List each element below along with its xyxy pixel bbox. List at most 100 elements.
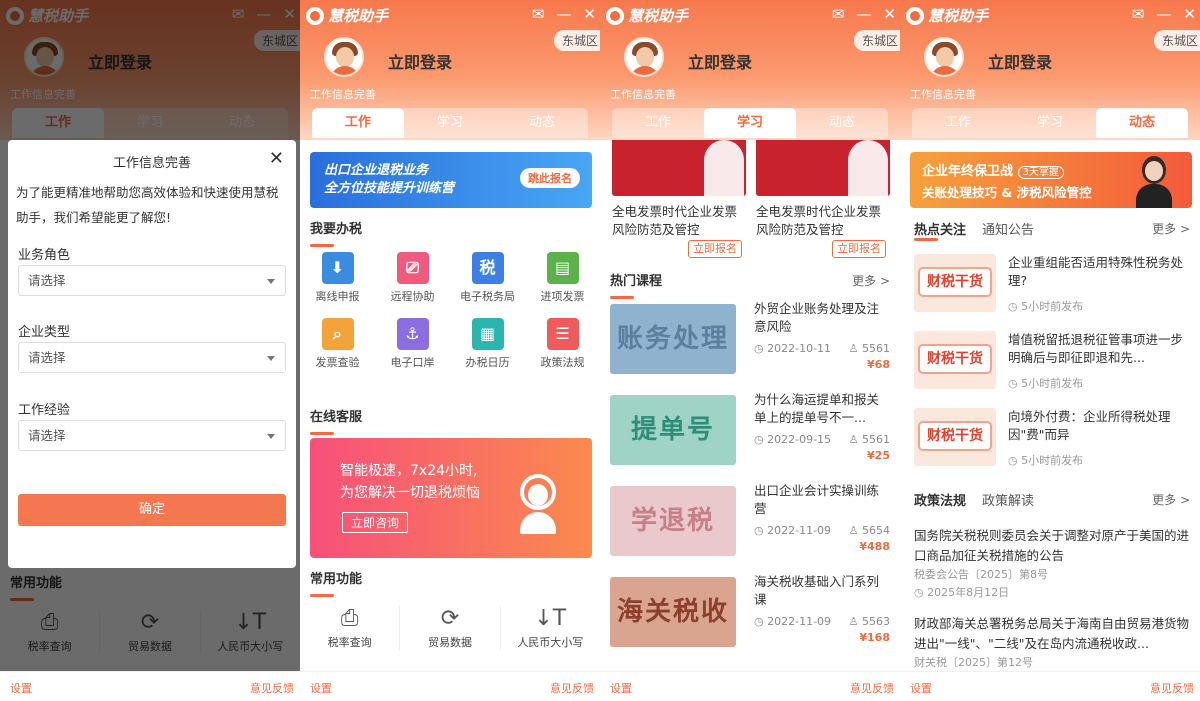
hot-courses-title: 热门课程 — [610, 270, 662, 299]
headset-icon — [512, 468, 564, 534]
avatar[interactable] — [324, 37, 364, 77]
course-card-thumb-2[interactable] — [756, 140, 890, 196]
tab-work[interactable]: 工作 — [912, 108, 1004, 138]
more-policy-link[interactable]: 更多 > — [1152, 491, 1190, 508]
tax-item-label: 发票查验 — [315, 356, 360, 369]
news-item[interactable]: 财税干货 企业重组能否适用特殊性税务处理? ◷ 5小时前发布 — [914, 254, 1190, 324]
common-trade-data[interactable]: ⟳贸易数据 — [400, 606, 501, 650]
district-selector[interactable]: 东城区 — [853, 30, 900, 51]
news-item[interactable]: 财税干货 向境外付费：企业所得税处理因"费"而异 ◷ 5小时前发布 — [914, 408, 1190, 478]
settings-link[interactable]: 设置 — [610, 680, 632, 696]
common-rate-query[interactable]: ⎙税率查询 — [300, 606, 401, 650]
news-thumbnail: 财税干货 — [914, 331, 996, 389]
select-role[interactable]: 请选择 — [18, 265, 286, 296]
course-thumbnail: 学退税 — [610, 486, 736, 556]
tab-hot[interactable]: 热点关注 — [914, 223, 966, 238]
tab-news[interactable]: 动态 — [496, 108, 588, 138]
settings-link[interactable]: 设置 — [910, 680, 932, 696]
training-banner[interactable]: 出口企业退税业务 全方位技能提升训练营 跳此报名 — [310, 152, 592, 208]
modal-close-icon[interactable]: ✕ — [269, 148, 284, 169]
tab-work[interactable]: 工作 — [612, 108, 704, 138]
register-button-2[interactable]: 立即报名 — [832, 240, 886, 258]
tax-item[interactable]: 税电子税务局 — [450, 252, 525, 304]
tab-notice[interactable]: 通知公告 — [982, 223, 1034, 238]
course-card-title-2[interactable]: 全电发票时代企业发票风险防范及管控 — [756, 203, 886, 239]
header: 慧税助手 ✉ — ✕ 东城区 立即登录 工作信息完善 工作 学习 动态 — [900, 0, 1200, 140]
feedback-link[interactable]: 意见反馈 — [850, 680, 894, 696]
close-icon[interactable]: ✕ — [1183, 5, 1196, 23]
register-button-1[interactable]: 立即报名 — [688, 240, 742, 258]
tax-item-label: 进项发票 — [540, 290, 585, 303]
tab-study[interactable]: 学习 — [404, 108, 496, 138]
district-selector[interactable]: 东城区 — [553, 30, 600, 51]
avatar[interactable] — [924, 37, 964, 77]
tax-item[interactable]: ⎚ 远程协助 — [375, 252, 450, 304]
window-controls: ✉ — ✕ — [832, 5, 896, 23]
course-item[interactable]: 提单号 为什么海运提单和报关单上的提单号不一... ◷ 2022-09-15 ♙ 55… — [610, 391, 892, 469]
service-banner[interactable]: 智能极速，7x24小时, 为您解决一切退税烦恼 立即咨询 — [310, 438, 592, 558]
work-info-link[interactable]: 工作信息完善 — [910, 86, 976, 102]
tax-item[interactable]: ▦ 办税日历 — [450, 318, 525, 370]
settings-link[interactable]: 设置 — [310, 680, 332, 696]
district-selector[interactable]: 东城区 — [1153, 30, 1200, 51]
login-link[interactable]: 立即登录 — [388, 49, 452, 73]
course-views: ♙ 5561 — [848, 433, 890, 446]
more-hot-link[interactable]: 更多 > — [1152, 220, 1190, 237]
policy-item[interactable]: 国务院关税税则委员会关于调整对原产于美国的进口商品加征关税措施的公告 税委会公告… — [914, 526, 1190, 602]
work-info-link[interactable]: 工作信息完善 — [310, 86, 376, 102]
course-item[interactable]: 账务处理 外贸企业账务处理及注意风险 ◷ 2022-10-11 ♙ 5561 ¥68 — [610, 300, 892, 378]
mail-icon[interactable]: ✉ — [1132, 5, 1145, 23]
news-item[interactable]: 财税干货 增值税留抵退税征管事项进一步明确后与即征即退和先... ◷ 5小时前发布 — [914, 331, 1190, 401]
minimize-icon[interactable]: — — [1156, 5, 1171, 23]
work-info-link[interactable]: 工作信息完善 — [610, 86, 676, 102]
tab-work[interactable]: 工作 — [312, 108, 404, 138]
select-experience[interactable]: 请选择 — [18, 420, 286, 451]
logo-icon — [606, 6, 624, 25]
tax-item[interactable]: ⌕ 发票查验 — [300, 318, 375, 370]
tax-item[interactable]: ⚓ 电子口岸 — [375, 318, 450, 370]
tab-policy[interactable]: 政策法规 — [914, 494, 966, 509]
tax-item[interactable]: ⬇ 离线申报 — [300, 252, 375, 304]
user-icon: ♙ — [848, 524, 862, 537]
tax-item[interactable]: ▤ 进项发票 — [525, 252, 600, 304]
tab-news[interactable]: 动态 — [1096, 108, 1188, 138]
tax-item-label: 电子口岸 — [390, 356, 435, 369]
policy-tabs: 政策法规 政策解读 — [914, 490, 1034, 509]
select-company-type[interactable]: 请选择 — [18, 342, 286, 373]
year-end-banner[interactable]: 企业年终保卫战 3天掌握 关账处理技巧 & 涉税风险管控 — [910, 152, 1192, 208]
banner-line2: 关账处理技巧 & 涉税风险管控 — [922, 185, 1092, 200]
feedback-link[interactable]: 意见反馈 — [1150, 680, 1194, 696]
footer: 设置 意见反馈 — [300, 671, 600, 701]
login-link[interactable]: 立即登录 — [988, 49, 1052, 73]
confirm-button[interactable]: 确定 — [18, 494, 286, 526]
login-link[interactable]: 立即登录 — [688, 49, 752, 73]
tab-interpretation[interactable]: 政策解读 — [982, 494, 1034, 509]
settings-link[interactable]: 设置 — [10, 680, 32, 696]
news-time: ◷ 5小时前发布 — [1008, 377, 1084, 390]
mail-icon[interactable]: ✉ — [832, 5, 845, 23]
course-card-title-1[interactable]: 全电发票时代企业发票风险防范及管控 — [612, 203, 742, 239]
close-icon[interactable]: ✕ — [583, 5, 596, 23]
common-currency-case[interactable]: ↓T人民币大小写 — [501, 606, 600, 650]
course-item[interactable]: 海关税收 海关税收基础入门系列课 ◷ 2022-11-09 ♙ 5563 ¥168 — [610, 573, 892, 651]
more-courses-link[interactable]: 更多 > — [852, 272, 890, 289]
tab-news[interactable]: 动态 — [796, 108, 888, 138]
logo-icon — [906, 6, 924, 25]
mail-icon[interactable]: ✉ — [532, 5, 545, 23]
minimize-icon[interactable]: — — [856, 5, 871, 23]
feedback-link[interactable]: 意见反馈 — [250, 680, 294, 696]
course-card-thumb-1[interactable] — [612, 140, 746, 196]
tax-item[interactable]: ☰ 政策法规 — [525, 318, 600, 370]
course-item[interactable]: 学退税 出口企业会计实操训练营 ◷ 2022-11-09 ♙ 5654 ¥488 — [610, 482, 892, 560]
policy-item[interactable]: 财政部海关总署税务总局关于海南自由贸易港货物进出"一线"、"二线"及在岛内流通税… — [914, 614, 1190, 672]
avatar[interactable] — [624, 37, 664, 77]
minimize-icon[interactable]: — — [556, 5, 571, 23]
banner-register-button[interactable]: 跳此报名 — [520, 168, 580, 188]
course-meta: ◷ 2022-10-11 ♙ 5561 — [754, 342, 890, 355]
feedback-link[interactable]: 意见反馈 — [550, 680, 594, 696]
consult-button[interactable]: 立即咨询 — [342, 512, 409, 533]
close-icon[interactable]: ✕ — [883, 5, 896, 23]
tab-study[interactable]: 学习 — [1004, 108, 1096, 138]
tax-section-title: 我要办税 — [310, 218, 362, 247]
tab-study[interactable]: 学习 — [704, 108, 796, 138]
